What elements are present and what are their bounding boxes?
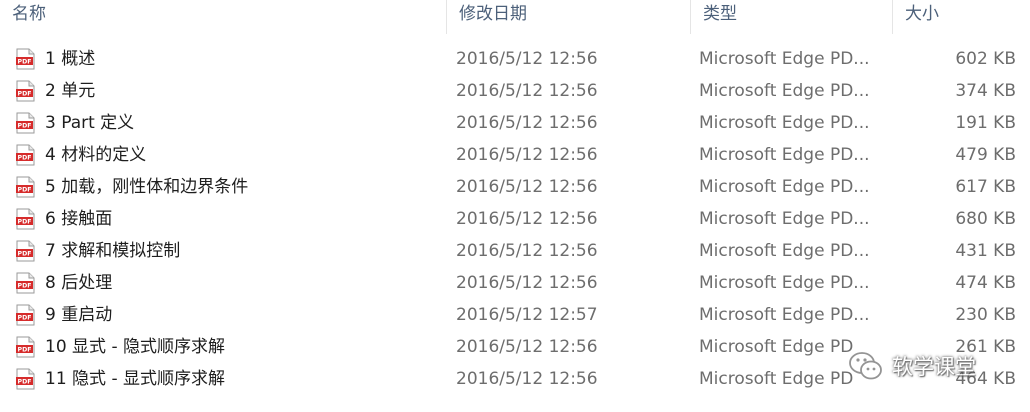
column-header-type[interactable]: 类型 — [690, 0, 892, 34]
file-name: 1 概述 — [45, 49, 96, 69]
file-row[interactable]: PDF 2 单元 2016/5/12 12:56 Microsoft Edge PD.… — [0, 74, 1030, 106]
watermark: 软学课堂 — [848, 346, 976, 386]
file-size: 431 KB — [955, 241, 1016, 261]
file-row[interactable]: PDF 8 后处理 2016/5/12 12:56 Microsoft Edge PD… — [0, 266, 1030, 298]
file-name: 6 接触面 — [45, 209, 113, 229]
svg-text:PDF: PDF — [18, 346, 32, 353]
svg-text:PDF: PDF — [18, 250, 32, 257]
pdf-file-icon: PDF — [16, 272, 35, 294]
file-type: Microsoft Edge PD... — [699, 209, 870, 229]
column-header-size[interactable]: 大小 — [892, 0, 1028, 34]
pdf-file-icon: PDF — [16, 368, 35, 390]
file-size: 617 KB — [955, 177, 1016, 197]
file-date-modified: 2016/5/12 12:57 — [456, 305, 598, 325]
file-date-modified: 2016/5/12 12:56 — [456, 241, 598, 261]
svg-text:PDF: PDF — [18, 282, 32, 289]
file-type: Microsoft Edge PD... — [699, 305, 870, 325]
file-name: 10 显式 - 隐式顺序求解 — [45, 337, 225, 357]
wechat-icon — [849, 352, 882, 380]
pdf-file-icon: PDF — [16, 304, 35, 326]
file-date-modified: 2016/5/12 12:56 — [456, 337, 598, 357]
file-row[interactable]: PDF 1 概述 2016/5/12 12:56 Microsoft Edge PD.… — [0, 42, 1030, 74]
file-row[interactable]: PDF 5 加载，刚性体和边界条件 2016/5/12 12:56 Microsoft… — [0, 170, 1030, 202]
file-date-modified: 2016/5/12 12:56 — [456, 49, 598, 69]
pdf-file-icon: PDF — [16, 80, 35, 102]
svg-text:PDF: PDF — [18, 314, 32, 321]
file-type: Microsoft Edge PD... — [699, 81, 870, 101]
svg-text:PDF: PDF — [18, 90, 32, 97]
file-name: 3 Part 定义 — [45, 113, 135, 133]
file-size: 230 KB — [955, 305, 1016, 325]
file-name: 5 加载，刚性体和边界条件 — [45, 177, 249, 197]
svg-text:PDF: PDF — [18, 218, 32, 225]
pdf-file-icon: PDF — [16, 176, 35, 198]
svg-text:PDF: PDF — [18, 186, 32, 193]
file-list: PDF 1 概述 2016/5/12 12:56 Microsoft Edge PD.… — [0, 42, 1030, 394]
column-header-bar: 名称 修改日期 类型 大小 — [0, 0, 1030, 34]
file-date-modified: 2016/5/12 12:56 — [456, 113, 598, 133]
file-date-modified: 2016/5/12 12:56 — [456, 369, 598, 389]
file-type: Microsoft Edge PD... — [699, 273, 870, 293]
file-row[interactable]: PDF 9 重启动 2016/5/12 12:57 Microsoft Edge PD… — [0, 298, 1030, 330]
file-row[interactable]: PDF 6 接触面 2016/5/12 12:56 Microsoft Edge PD… — [0, 202, 1030, 234]
file-date-modified: 2016/5/12 12:56 — [456, 145, 598, 165]
file-explorer-list: 名称 修改日期 类型 大小 PDF 1 概述 2016/5/12 12:56 Micr… — [0, 0, 1030, 412]
pdf-file-icon: PDF — [16, 240, 35, 262]
file-type: Microsoft Edge PD... — [699, 241, 870, 261]
svg-text:PDF: PDF — [18, 122, 32, 129]
file-type: Microsoft Edge PD... — [699, 113, 870, 133]
pdf-file-icon: PDF — [16, 208, 35, 230]
column-header-name[interactable]: 名称 — [0, 0, 446, 34]
svg-text:PDF: PDF — [18, 58, 32, 65]
file-size: 680 KB — [955, 209, 1016, 229]
file-name: 2 单元 — [45, 81, 96, 101]
file-row[interactable]: PDF 7 求解和模拟控制 2016/5/12 12:56 Microsoft Edg… — [0, 234, 1030, 266]
file-type: Microsoft Edge PD... — [699, 177, 870, 197]
file-name: 8 后处理 — [45, 273, 113, 293]
file-date-modified: 2016/5/12 12:56 — [456, 81, 598, 101]
file-type: Microsoft Edge PD... — [699, 145, 870, 165]
file-name: 4 材料的定义 — [45, 145, 147, 165]
file-date-modified: 2016/5/12 12:56 — [456, 177, 598, 197]
file-date-modified: 2016/5/12 12:56 — [456, 209, 598, 229]
svg-text:PDF: PDF — [18, 154, 32, 161]
file-row[interactable]: PDF 3 Part 定义 2016/5/12 12:56 Microsoft Edg… — [0, 106, 1030, 138]
pdf-file-icon: PDF — [16, 336, 35, 358]
file-size: 474 KB — [955, 273, 1016, 293]
column-header-date-modified[interactable]: 修改日期 — [446, 0, 690, 34]
file-name: 7 求解和模拟控制 — [45, 241, 181, 261]
file-name: 11 隐式 - 显式顺序求解 — [45, 369, 225, 389]
file-size: 191 KB — [955, 113, 1016, 133]
pdf-file-icon: PDF — [16, 144, 35, 166]
pdf-file-icon: PDF — [16, 48, 35, 70]
file-row[interactable]: PDF 4 材料的定义 2016/5/12 12:56 Microsoft Edge … — [0, 138, 1030, 170]
pdf-file-icon: PDF — [16, 112, 35, 134]
file-size: 374 KB — [955, 81, 1016, 101]
file-type: Microsoft Edge PD... — [699, 49, 870, 69]
svg-text:PDF: PDF — [18, 378, 32, 385]
watermark-text: 软学课堂 — [892, 355, 976, 379]
file-size: 479 KB — [955, 145, 1016, 165]
file-name: 9 重启动 — [45, 305, 113, 325]
file-date-modified: 2016/5/12 12:56 — [456, 273, 598, 293]
file-size: 602 KB — [955, 49, 1016, 69]
